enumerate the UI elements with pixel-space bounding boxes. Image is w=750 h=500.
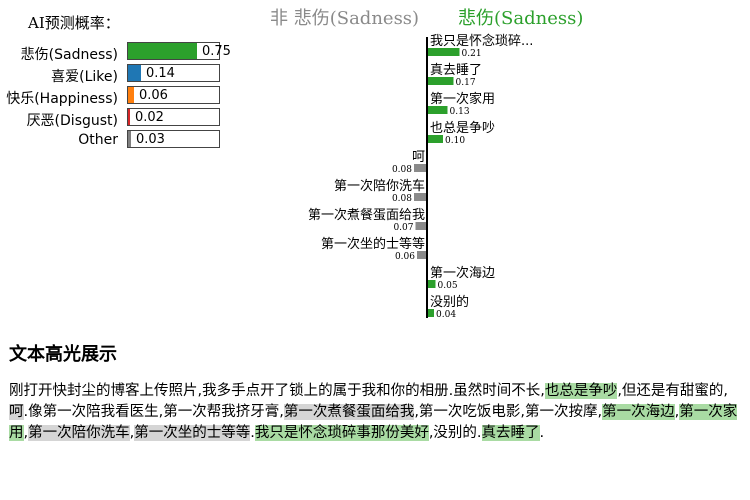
highlighted-text: 刚打开快封尘的博客上传照片,我多手点开了锁上的属于我和你的相册.虽然时间不长,也… xyxy=(9,381,741,444)
token-label: 没别的 xyxy=(430,294,469,310)
contribution-bar xyxy=(415,222,426,230)
positive-highlight: 我只是怀念琐碎事那份美好 xyxy=(254,425,429,441)
token-label: 第一次海边 xyxy=(430,265,495,281)
text-segment: . xyxy=(539,425,545,441)
contribution-bar xyxy=(428,135,443,143)
positive-highlight: 真去睡了 xyxy=(481,425,540,441)
contribution-value: 0.21 xyxy=(462,49,482,59)
positive-highlight: 第一次海边 xyxy=(602,404,675,420)
contribution-bar xyxy=(428,48,460,56)
text-segment: 刚打开快封尘的博客上传照片,我多手点开了锁上的属于我和你的相册.虽然时间不长, xyxy=(9,383,545,399)
contribution-value: 0.07 xyxy=(393,223,413,233)
contribution-bar xyxy=(428,280,436,288)
text-segment: ,没别的. xyxy=(428,425,482,441)
contribution-value: 0.06 xyxy=(395,252,415,262)
token-label: 呵 xyxy=(412,150,425,165)
contribution-value: 0.08 xyxy=(392,194,412,204)
token-label: 第一次陪你洗车 xyxy=(334,178,425,194)
token-label: 第一次坐的士等等 xyxy=(321,236,425,252)
contribution-bar xyxy=(414,164,426,172)
contribution-bar xyxy=(417,251,426,259)
text-segment: .像第一次陪我看医生,第一次帮我挤牙膏, xyxy=(23,404,284,420)
contribution-value: 0.04 xyxy=(436,310,456,320)
contribution-bar xyxy=(428,309,434,317)
contribution-value: 0.05 xyxy=(438,281,458,291)
token-label: 我只是怀念琐碎... xyxy=(430,33,533,49)
text-segment: ,第一次吃饭电影,第一次按摩, xyxy=(414,404,603,420)
token-label: 第一次家用 xyxy=(430,91,495,107)
highlight-section-title: 文本高光展示 xyxy=(9,344,117,365)
token-label: 真去睡了 xyxy=(430,63,482,78)
negative-highlight: 呵 xyxy=(9,404,24,420)
text-segment: ,但还是有甜蜜的, xyxy=(617,383,729,399)
negative-highlight: 第一次坐的士等等 xyxy=(134,425,251,441)
contribution-bar xyxy=(428,77,454,85)
contribution-value: 0.17 xyxy=(456,78,476,88)
token-label: 也总是争吵 xyxy=(430,120,495,136)
contribution-value: 0.10 xyxy=(445,136,465,146)
negative-highlight: 第一次煮餐蛋面给我 xyxy=(283,404,415,420)
positive-highlight: 也总是争吵 xyxy=(544,383,618,399)
contribution-value: 0.08 xyxy=(392,165,412,175)
contribution-value: 0.13 xyxy=(450,107,470,117)
token-label: 第一次煮餐蛋面给我 xyxy=(308,207,425,223)
contribution-bar xyxy=(414,193,426,201)
contribution-chart: 我只是怀念琐碎...0.21 真去睡了0.17 第一次家用0.13 也总是争吵0.10… xyxy=(308,33,533,320)
contribution-bar xyxy=(428,106,448,114)
negative-highlight: 第一次陪你洗车 xyxy=(28,425,130,441)
